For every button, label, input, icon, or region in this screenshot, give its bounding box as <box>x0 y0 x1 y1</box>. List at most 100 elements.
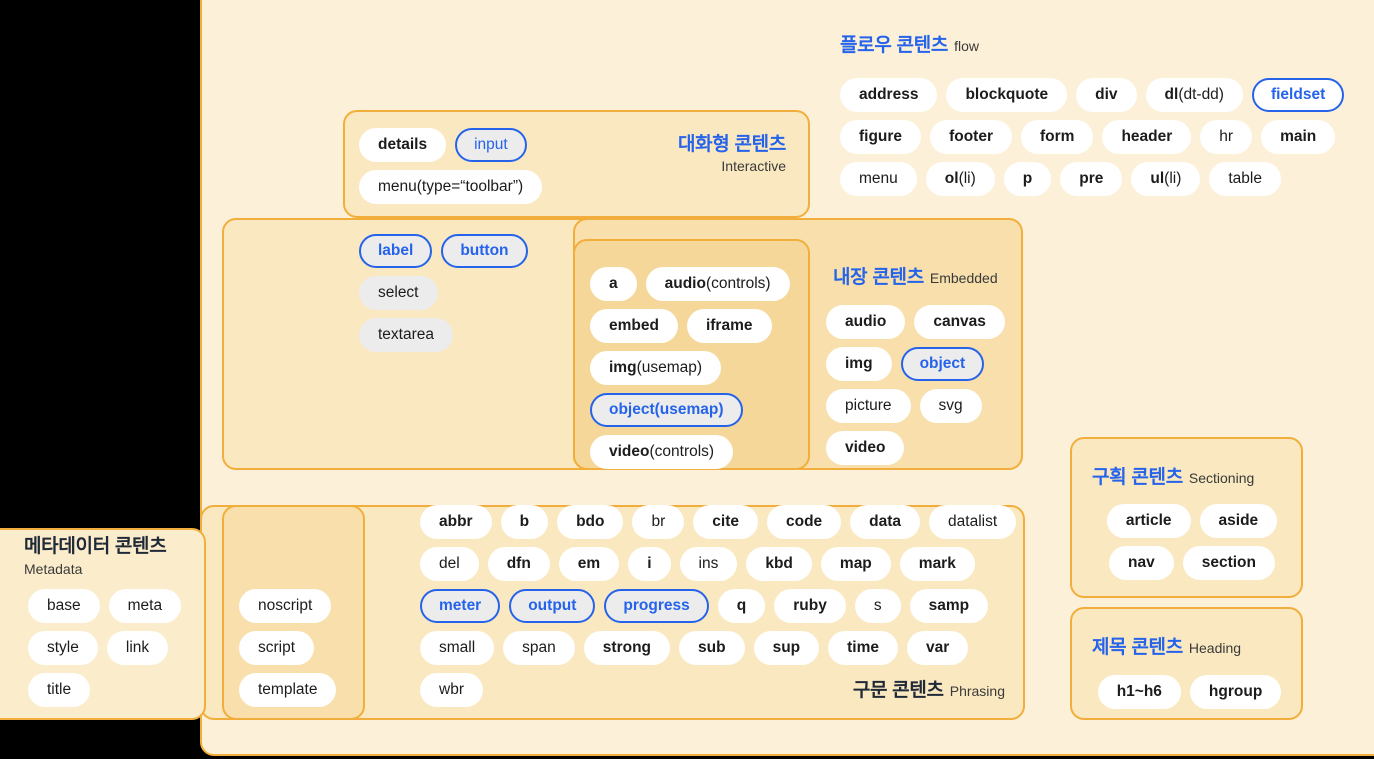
tag-pill-table[interactable]: table <box>1209 162 1281 196</box>
tag-pill-video[interactable]: video <box>826 431 905 465</box>
tag-pill-br[interactable]: br <box>632 505 685 539</box>
pill-label: br <box>651 513 666 530</box>
pill-label: template <box>258 681 318 698</box>
metadata-title-ko: 메타데이터 콘텐츠 <box>24 536 167 557</box>
tag-pill-cite[interactable]: cite <box>693 505 758 539</box>
tag-pill-header[interactable]: header <box>1102 120 1192 154</box>
tag-pill-picture[interactable]: picture <box>826 389 911 423</box>
heading-pill-row: h1~h6 hgroup <box>1092 675 1287 709</box>
tag-pill-samp[interactable]: samp <box>909 589 989 623</box>
tag-pill-meter[interactable]: meter <box>420 589 501 623</box>
tag-pill-sup[interactable]: sup <box>753 631 820 665</box>
tag-pill-base[interactable]: base <box>28 589 100 623</box>
tag-pill-datalist[interactable]: datalist <box>929 505 1017 539</box>
tag-pill-map[interactable]: map <box>820 547 891 581</box>
tag-pill-small[interactable]: small <box>420 631 495 665</box>
tag-pill-script[interactable]: script <box>239 631 315 665</box>
tag-pill-bdo[interactable]: bdo <box>557 505 624 539</box>
tag-pill-section[interactable]: section <box>1182 546 1275 580</box>
tag-pill-svg[interactable]: svg <box>919 389 982 423</box>
tag-pill-button[interactable]: button <box>441 234 528 268</box>
tag-pill-audio[interactable]: audio (controls) <box>645 267 790 301</box>
tag-pill-template[interactable]: template <box>239 673 337 707</box>
tag-pill-pre[interactable]: pre <box>1060 162 1123 196</box>
tag-pill-ruby[interactable]: ruby <box>774 589 846 623</box>
tag-pill-wbr[interactable]: wbr <box>420 673 483 707</box>
tag-pill-div[interactable]: div <box>1076 78 1137 112</box>
tag-pill-b[interactable]: b <box>500 505 549 539</box>
tag-pill-code[interactable]: code <box>766 505 842 539</box>
tag-pill-em[interactable]: em <box>558 547 620 581</box>
tag-pill-footer[interactable]: footer <box>930 120 1012 154</box>
tag-pill-abbr[interactable]: abbr <box>420 505 492 539</box>
tag-pill-address[interactable]: address <box>840 78 938 112</box>
tag-pill-audio[interactable]: audio <box>826 305 906 339</box>
pill-label: script <box>258 639 296 656</box>
tag-pill-figure[interactable]: figure <box>840 120 922 154</box>
tag-pill-select[interactable]: select <box>359 276 438 310</box>
tag-pill-noscript[interactable]: noscript <box>239 589 332 623</box>
tag-pill-article[interactable]: article <box>1106 504 1191 538</box>
pill-label: button <box>460 242 509 259</box>
pill-label: menu <box>859 170 898 187</box>
tag-pill-span[interactable]: span <box>503 631 575 665</box>
pill-label: img <box>609 359 637 376</box>
pill-label: ul <box>1150 170 1165 187</box>
tag-pill-mark[interactable]: mark <box>899 547 975 581</box>
tag-pill-form[interactable]: form <box>1020 120 1094 154</box>
tag-pill-strong[interactable]: strong <box>583 631 671 665</box>
tag-pill-ul[interactable]: ul (li) <box>1131 162 1201 196</box>
tag-pill-progress[interactable]: progress <box>604 589 709 623</box>
pill-label: table <box>1228 170 1262 187</box>
flow-section-title: 플로우 콘텐츠 flow <box>840 36 979 55</box>
pill-label: b <box>519 513 530 530</box>
tag-pill-menu[interactable]: menu <box>840 162 917 196</box>
tag-pill-menu-type-toolbar[interactable]: menu(type=“toolbar”) <box>359 170 543 204</box>
tag-pill-img[interactable]: img <box>826 347 892 381</box>
tag-pill-details[interactable]: details <box>359 128 447 162</box>
tag-pill-object[interactable]: object <box>900 347 985 381</box>
pill-label: progress <box>623 597 690 614</box>
tag-pill-hr[interactable]: hr <box>1200 120 1253 154</box>
tag-pill-main[interactable]: main <box>1261 120 1336 154</box>
tag-pill-ins[interactable]: ins <box>679 547 738 581</box>
embedded-pill-row: audio canvas img object picture svg video <box>826 305 1018 465</box>
tag-pill-blockquote[interactable]: blockquote <box>946 78 1068 112</box>
tag-pill-data[interactable]: data <box>850 505 921 539</box>
tag-pill-style[interactable]: style <box>28 631 98 665</box>
tag-pill-output[interactable]: output <box>509 589 596 623</box>
tag-pill-q[interactable]: q <box>717 589 766 623</box>
tag-pill-s[interactable]: s <box>854 589 901 623</box>
tag-pill-nav[interactable]: nav <box>1109 546 1174 580</box>
tag-pill-img[interactable]: img (usemap) <box>590 351 722 385</box>
tag-pill-a[interactable]: a <box>590 267 637 301</box>
tag-pill-canvas[interactable]: canvas <box>914 305 1005 339</box>
tag-pill-embed[interactable]: embed <box>590 309 678 343</box>
tag-pill-meta[interactable]: meta <box>108 589 182 623</box>
tag-pill-h1-h6[interactable]: h1~h6 <box>1097 675 1181 709</box>
tag-pill-dfn[interactable]: dfn <box>487 547 550 581</box>
tag-pill-iframe[interactable]: iframe <box>686 309 772 343</box>
tag-pill-del[interactable]: del <box>420 547 479 581</box>
pill-label: aside <box>1218 512 1259 529</box>
pill-label: video <box>609 443 650 460</box>
tag-pill-object-usemap[interactable]: object(usemap) <box>590 393 743 427</box>
tag-pill-label[interactable]: label <box>359 234 433 268</box>
tag-pill-hgroup[interactable]: hgroup <box>1189 675 1282 709</box>
tag-pill-p[interactable]: p <box>1003 162 1052 196</box>
embedded-title-ko: 내장 콘텐츠 <box>833 267 924 288</box>
tag-pill-video[interactable]: video (controls) <box>590 435 734 469</box>
tag-pill-time[interactable]: time <box>828 631 899 665</box>
tag-pill-fieldset[interactable]: fieldset <box>1251 78 1345 112</box>
tag-pill-aside[interactable]: aside <box>1199 504 1278 538</box>
tag-pill-kbd[interactable]: kbd <box>746 547 812 581</box>
tag-pill-ol[interactable]: ol (li) <box>925 162 995 196</box>
tag-pill-var[interactable]: var <box>907 631 969 665</box>
tag-pill-i[interactable]: i <box>628 547 671 581</box>
tag-pill-input[interactable]: input <box>455 128 527 162</box>
tag-pill-title[interactable]: title <box>28 673 91 707</box>
tag-pill-link[interactable]: link <box>106 631 169 665</box>
tag-pill-sub[interactable]: sub <box>679 631 745 665</box>
tag-pill-textarea[interactable]: textarea <box>359 318 454 352</box>
tag-pill-dl[interactable]: dl (dt-dd) <box>1145 78 1243 112</box>
